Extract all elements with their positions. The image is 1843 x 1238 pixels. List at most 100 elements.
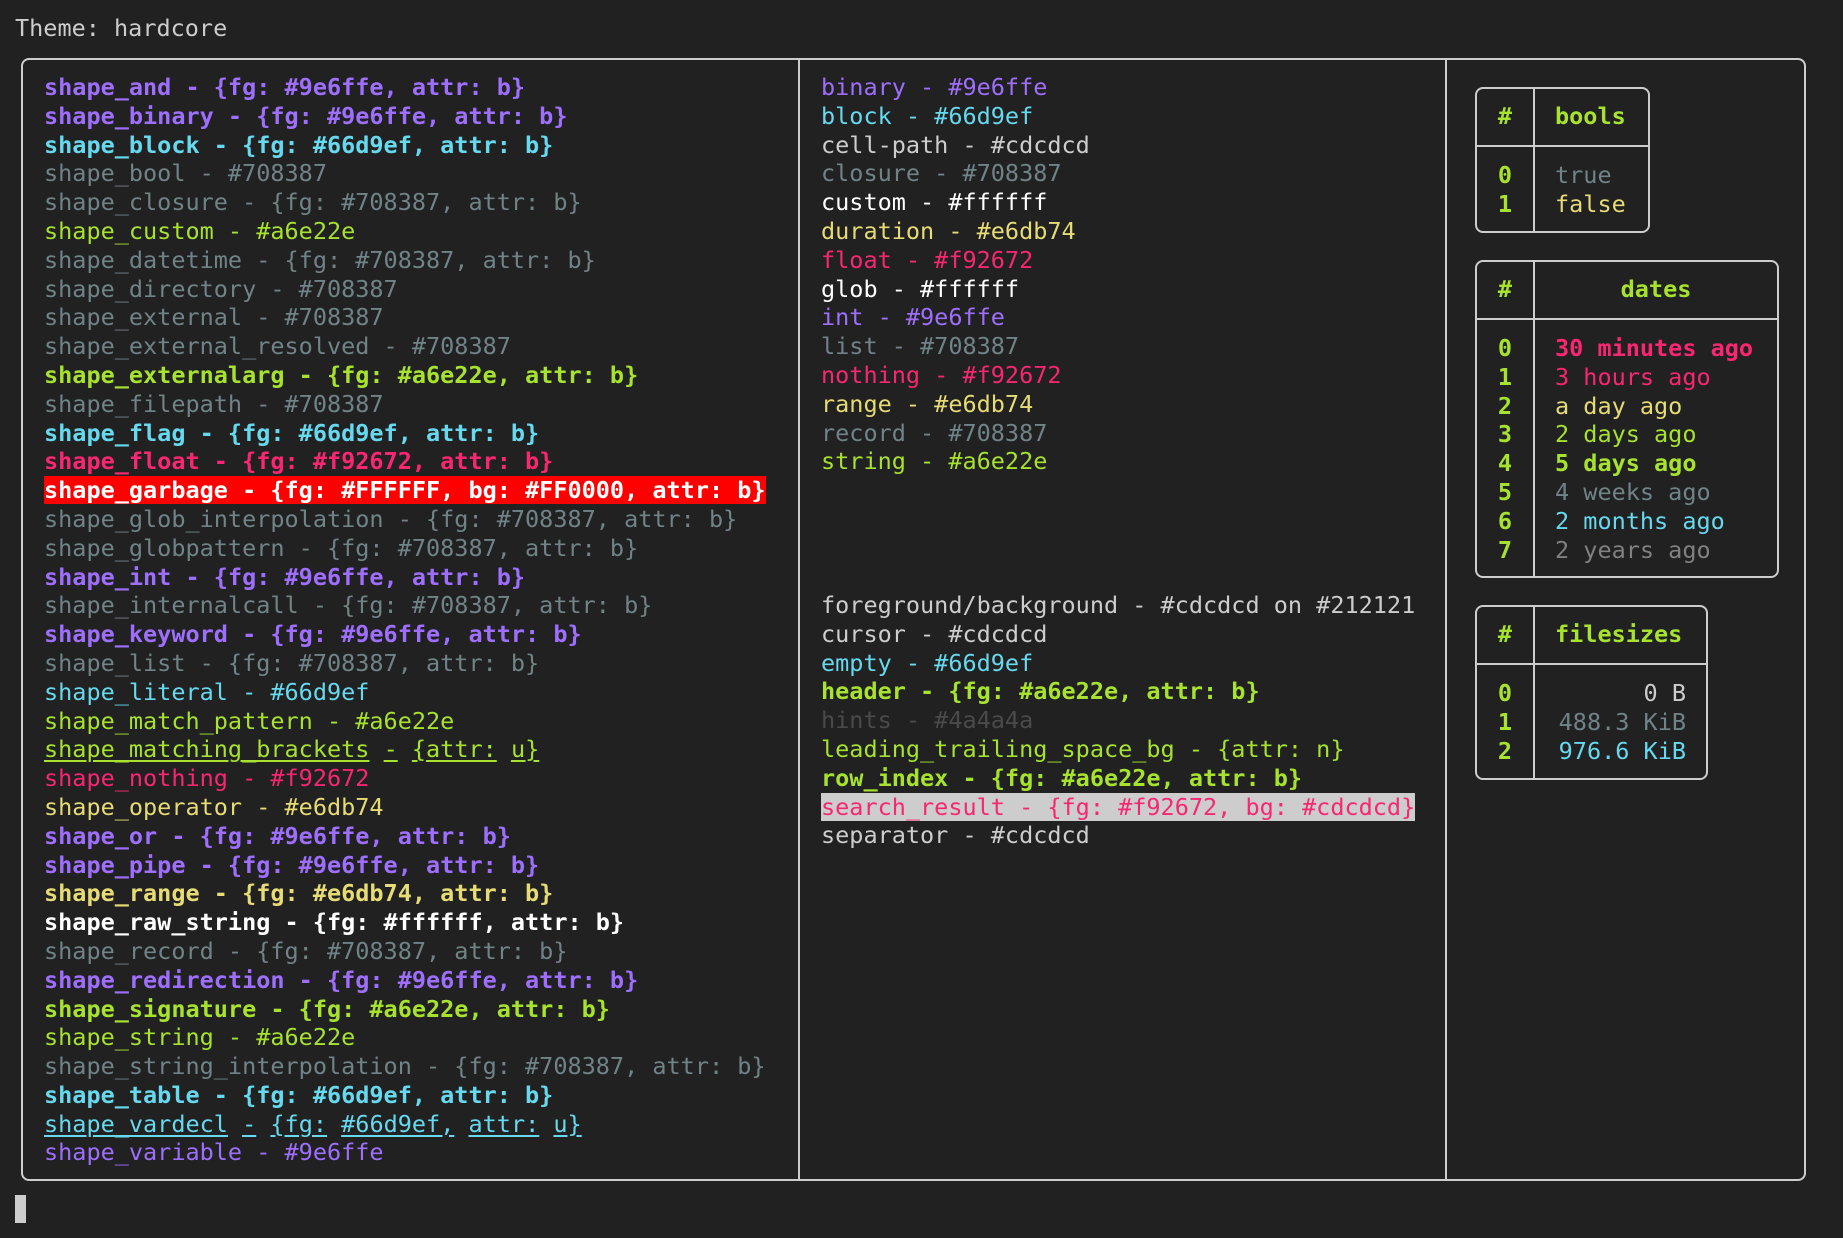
shape-style-entry-text: shape_string_interpolation - {fg: #70838… bbox=[44, 1052, 766, 1081]
ui-color-entry-text: cursor - #cdcdcd bbox=[821, 619, 1048, 648]
row-index: 2 bbox=[1497, 391, 1513, 420]
shape-style-entry-text: shape_record - {fg: #708387, attr: b} bbox=[44, 936, 568, 965]
shape-style-entry: shape_record - {fg: #708387, attr: b} bbox=[44, 937, 766, 966]
header-separator bbox=[1477, 663, 1706, 665]
row-index: 7 bbox=[1497, 535, 1513, 564]
ui-color-entry-text: row_index - {fg: #a6e22e, attr: b} bbox=[821, 763, 1303, 792]
shape-style-entry: shape_range - {fg: #e6db74, attr: b} bbox=[44, 879, 766, 908]
cell-value: 5 days ago bbox=[1555, 449, 1697, 478]
shape-style-entry-text: shape_bool - #708387 bbox=[44, 159, 327, 188]
cell-value: 2 months ago bbox=[1555, 506, 1725, 535]
column-separator bbox=[1533, 607, 1535, 778]
ui-color-entry: leading_trailing_space_bg - {attr: n} bbox=[821, 735, 1415, 764]
shape-style-entry: shape_custom - #a6e22e bbox=[44, 217, 766, 246]
shape-style-entry: shape_block - {fg: #66d9ef, attr: b} bbox=[44, 131, 766, 160]
cell-value: 488.3 KiB bbox=[1558, 707, 1686, 736]
shape-style-entry: shape_nothing - #f92672 bbox=[44, 764, 766, 793]
cell-value: 30 minutes ago bbox=[1555, 334, 1754, 362]
shape-style-entry-text: shape_float - {fg: #f92672, attr: b} bbox=[44, 447, 554, 476]
shape-style-entry-text: shape_garbage - {fg: #FFFFFF, bg: #FF000… bbox=[44, 476, 766, 505]
cell-value: 2 days ago bbox=[1555, 420, 1697, 449]
row-index: 0 bbox=[1497, 161, 1513, 189]
shape-style-entry: shape_signature - {fg: #a6e22e, attr: b} bbox=[44, 995, 766, 1024]
shape-style-entry-text: shape_datetime - {fg: #708387, attr: b} bbox=[44, 245, 596, 274]
type-color-entry: custom - #ffffff bbox=[821, 188, 1090, 217]
shape-style-entry: shape_float - {fg: #f92672, attr: b} bbox=[44, 447, 766, 476]
column-header-bools: bools bbox=[1555, 102, 1626, 130]
cell-value: 4 weeks ago bbox=[1555, 478, 1711, 506]
shape-style-entry-text: shape_custom - #a6e22e bbox=[44, 216, 356, 245]
shape-style-entry: shape_operator - #e6db74 bbox=[44, 793, 766, 822]
ui-color-entry: hints - #4a4a4a bbox=[821, 706, 1415, 735]
ui-color-entry-text: header - {fg: #a6e22e, attr: b} bbox=[821, 677, 1260, 706]
type-color-entry: block - #66d9ef bbox=[821, 102, 1090, 131]
shape-style-entry: shape_internalcall - {fg: #708387, attr:… bbox=[44, 591, 766, 620]
filesizes-table: # filesizes 0 0 B 1 488.3 KiB 2 976.6 KiB bbox=[1475, 605, 1708, 780]
ui-colors-list: foreground/background - #cdcdcd on #2121… bbox=[821, 591, 1416, 850]
shape-style-entry: shape_redirection - {fg: #9e6ffe, attr: … bbox=[44, 966, 766, 995]
type-color-entry-text: closure - #708387 bbox=[821, 159, 1062, 188]
terminal-cursor[interactable] bbox=[15, 1195, 26, 1223]
shape-style-entry: shape_vardecl - {fg: #66d9ef, attr: u} bbox=[44, 1110, 766, 1139]
shape-style-entry-text: shape_and - {fg: #9e6ffe, attr: b} bbox=[44, 73, 526, 101]
type-color-entry-text: range - #e6db74 bbox=[821, 389, 1034, 418]
ui-color-entry-text: search_result - {fg: #f92672, bg: #cdcdc… bbox=[821, 792, 1416, 821]
shape-style-entry-text: shape_block - {fg: #66d9ef, attr: b} bbox=[44, 130, 554, 159]
row-index: 0 bbox=[1497, 334, 1513, 362]
shape-style-entry-text: shape_vardecl - {fg: #66d9ef, attr: u} bbox=[44, 1109, 582, 1138]
ui-color-entry: foreground/background - #cdcdcd on #2121… bbox=[821, 591, 1415, 620]
cell-value: 2 years ago bbox=[1555, 535, 1711, 564]
index-header: # bbox=[1497, 275, 1513, 303]
row-index: 2 bbox=[1497, 736, 1513, 765]
ui-color-entry: empty - #66d9ef bbox=[821, 649, 1415, 678]
shape-style-entry: shape_binary - {fg: #9e6ffe, attr: b} bbox=[44, 102, 766, 131]
dates-table: # dates 0 30 minutes ago 1 3 hours ago 2 a da… bbox=[1475, 260, 1779, 578]
shape-style-entry: shape_variable - #9e6ffe bbox=[44, 1138, 766, 1167]
type-color-entry-text: glob - #ffffff bbox=[821, 274, 1020, 303]
shape-style-entry: shape_keyword - {fg: #9e6ffe, attr: b} bbox=[44, 620, 766, 649]
shape-style-entry: shape_pipe - {fg: #9e6ffe, attr: b} bbox=[44, 851, 766, 880]
column-separator bbox=[1533, 89, 1535, 231]
type-color-entry-text: int - #9e6ffe bbox=[821, 303, 1005, 332]
shape-style-entry-text: shape_or - {fg: #9e6ffe, attr: b} bbox=[44, 821, 511, 850]
shape-style-entry-text: shape_list - {fg: #708387, attr: b} bbox=[44, 648, 540, 677]
ui-color-entry: row_index - {fg: #a6e22e, attr: b} bbox=[821, 764, 1415, 793]
column-divider-2 bbox=[1445, 58, 1447, 1181]
shape-style-entry-text: shape_table - {fg: #66d9ef, attr: b} bbox=[44, 1080, 554, 1109]
shape-style-entry: shape_list - {fg: #708387, attr: b} bbox=[44, 649, 766, 678]
shape-style-entry: shape_raw_string - {fg: #ffffff, attr: b… bbox=[44, 908, 766, 937]
shape-style-entry-text: shape_variable - #9e6ffe bbox=[44, 1138, 384, 1167]
cell-value: a day ago bbox=[1555, 391, 1683, 420]
row-index: 5 bbox=[1497, 478, 1513, 506]
shape-style-entry: shape_int - {fg: #9e6ffe, attr: b} bbox=[44, 563, 766, 592]
row-index: 1 bbox=[1497, 189, 1513, 218]
shape-style-entry-text: shape_flag - {fg: #66d9ef, attr: b} bbox=[44, 418, 540, 447]
row-index: 1 bbox=[1497, 707, 1513, 736]
shape-style-entry-text: shape_filepath - #708387 bbox=[44, 389, 384, 418]
shape-style-entry: shape_or - {fg: #9e6ffe, attr: b} bbox=[44, 822, 766, 851]
type-color-entry-text: duration - #e6db74 bbox=[821, 216, 1076, 245]
type-color-entry-text: string - #a6e22e bbox=[821, 447, 1048, 476]
shape-style-entry-text: shape_binary - {fg: #9e6ffe, attr: b} bbox=[44, 101, 568, 130]
shape-style-entry-text: shape_operator - #e6db74 bbox=[44, 792, 384, 821]
shape-style-entry-text: shape_match_pattern - #a6e22e bbox=[44, 706, 455, 735]
shape-style-entry-text: shape_redirection - {fg: #9e6ffe, attr: … bbox=[44, 965, 639, 994]
column-separator bbox=[1533, 262, 1535, 576]
type-color-entry-text: float - #f92672 bbox=[821, 245, 1034, 274]
shape-style-entry-text: shape_keyword - {fg: #9e6ffe, attr: b} bbox=[44, 620, 582, 649]
column-divider-1 bbox=[798, 58, 800, 1181]
ui-color-entry-text: separator - #cdcdcd bbox=[821, 821, 1090, 850]
shape-style-entry-text: shape_glob_interpolation - {fg: #708387,… bbox=[44, 504, 738, 533]
type-color-entry-text: custom - #ffffff bbox=[821, 188, 1048, 217]
column-header-filesizes: filesizes bbox=[1555, 620, 1683, 648]
shape-style-entry: shape_table - {fg: #66d9ef, attr: b} bbox=[44, 1081, 766, 1110]
shape-style-entry: shape_literal - #66d9ef bbox=[44, 678, 766, 707]
type-color-entry-text: list - #708387 bbox=[821, 332, 1020, 361]
shape-styles-list: shape_and - {fg: #9e6ffe, attr: b} shape_… bbox=[44, 73, 766, 1167]
shape-style-entry: shape_match_pattern - #a6e22e bbox=[44, 707, 766, 736]
shape-style-entry: shape_filepath - #708387 bbox=[44, 390, 766, 419]
shape-style-entry: shape_garbage - {fg: #FFFFFF, bg: #FF000… bbox=[44, 476, 766, 505]
row-index: 1 bbox=[1497, 362, 1513, 391]
index-header: # bbox=[1497, 102, 1513, 130]
shape-style-entry-text: shape_matching_brackets - {attr: u} bbox=[44, 735, 540, 764]
